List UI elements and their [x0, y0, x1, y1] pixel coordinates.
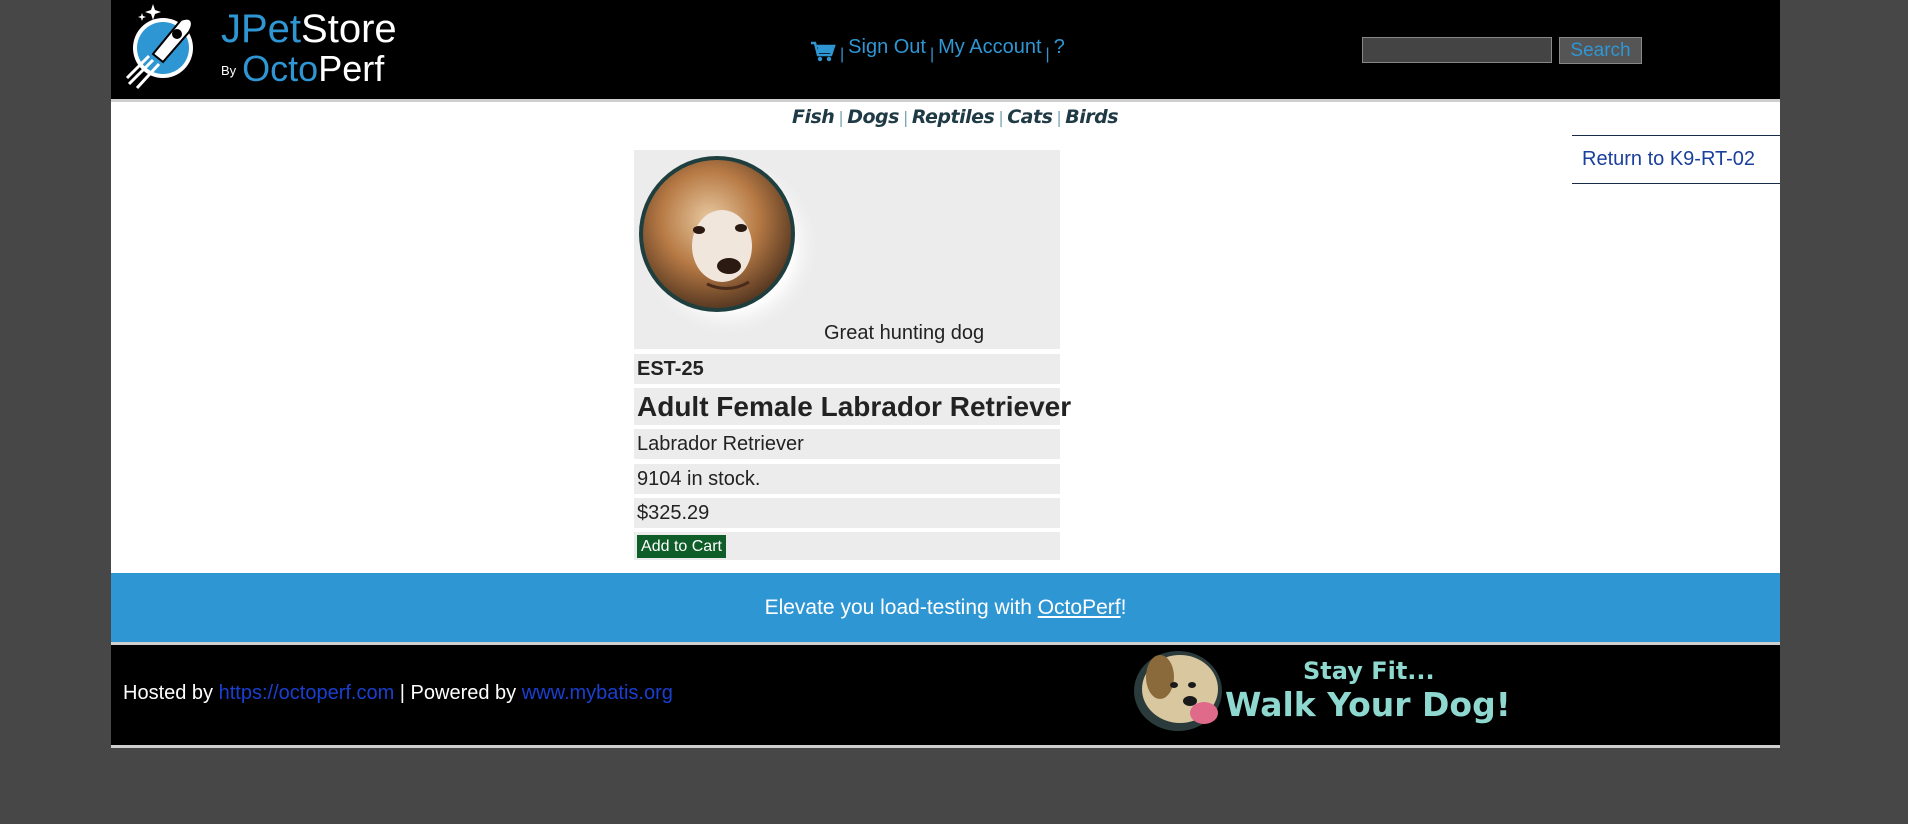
quicklink-birds[interactable]: Birds: [1065, 106, 1118, 128]
search-button[interactable]: Search: [1559, 37, 1642, 64]
octoperf-promo-link[interactable]: OctoPerf: [1038, 596, 1121, 619]
promo-suffix: !: [1120, 596, 1127, 619]
add-to-cart-cell: Add to Cart: [634, 532, 1060, 560]
item-id: EST-25: [634, 354, 1060, 384]
header: JPetStore By OctoPerf | Sign Out | My Accoun…: [111, 0, 1780, 99]
quicklink-reptiles[interactable]: Reptiles: [912, 106, 995, 128]
footer-credits: Hosted by https://octoperf.com | Powered…: [123, 682, 673, 705]
banner-line-2: Walk Your Dog!: [1225, 685, 1511, 724]
main-content: Fish | Dogs | Reptiles | Cats | Birds Return to …: [111, 102, 1780, 573]
quicklink-dogs[interactable]: Dogs: [847, 106, 899, 128]
sign-out-link[interactable]: Sign Out: [848, 36, 926, 58]
item-stock: 9104 in stock.: [634, 464, 1060, 494]
shopping-cart-icon[interactable]: [810, 41, 836, 63]
brand-name-bottom: By OctoPerf: [221, 48, 385, 89]
item-image-cell: Great hunting dog: [634, 150, 1060, 349]
dog-banner-image: [1134, 651, 1222, 731]
page-container: JPetStore By OctoPerf | Sign Out | My Accoun…: [111, 0, 1780, 748]
promo-text: Elevate you load-testing with: [764, 596, 1038, 619]
item-price: $325.29: [634, 498, 1060, 528]
rocket-logo-icon: [125, 4, 193, 90]
help-link[interactable]: ?: [1054, 36, 1065, 58]
my-account-link[interactable]: My Account: [938, 36, 1041, 58]
promo-bar: Elevate you load-testing with OctoPerf!: [111, 573, 1780, 642]
logo[interactable]: JPetStore By OctoPerf: [123, 2, 403, 92]
item-product-name: Labrador Retriever: [634, 429, 1060, 459]
item-name: Adult Female Labrador Retriever: [634, 388, 1071, 425]
add-to-cart-button[interactable]: Add to Cart: [637, 535, 726, 558]
footer: Hosted by https://octoperf.com | Powered…: [111, 645, 1780, 745]
dog-photo-image: [637, 154, 821, 338]
quicklink-fish[interactable]: Fish: [792, 106, 835, 128]
category-quicklinks: Fish | Dogs | Reptiles | Cats | Birds: [792, 106, 1119, 128]
menu-separator: |: [840, 46, 845, 63]
banner-line-1: Stay Fit...: [1303, 657, 1435, 685]
item-description: Great hunting dog: [824, 322, 985, 344]
quicklink-cats[interactable]: Cats: [1007, 106, 1053, 128]
return-to-product-link[interactable]: Return to K9-RT-02: [1572, 135, 1780, 184]
header-menu: | Sign Out | My Account |?: [810, 36, 1065, 66]
menu-separator: |: [929, 46, 935, 63]
powered-by-label: | Powered by: [394, 682, 522, 704]
octoperf-link[interactable]: https://octoperf.com: [219, 682, 395, 704]
mybatis-link[interactable]: www.mybatis.org: [522, 682, 673, 704]
hosted-by-label: Hosted by: [123, 682, 219, 704]
footer-divider: [111, 745, 1780, 748]
walk-your-dog-banner[interactable]: Stay Fit... Walk Your Dog!: [1130, 647, 1525, 737]
menu-separator: |: [1045, 46, 1050, 63]
search-input[interactable]: [1362, 37, 1552, 63]
